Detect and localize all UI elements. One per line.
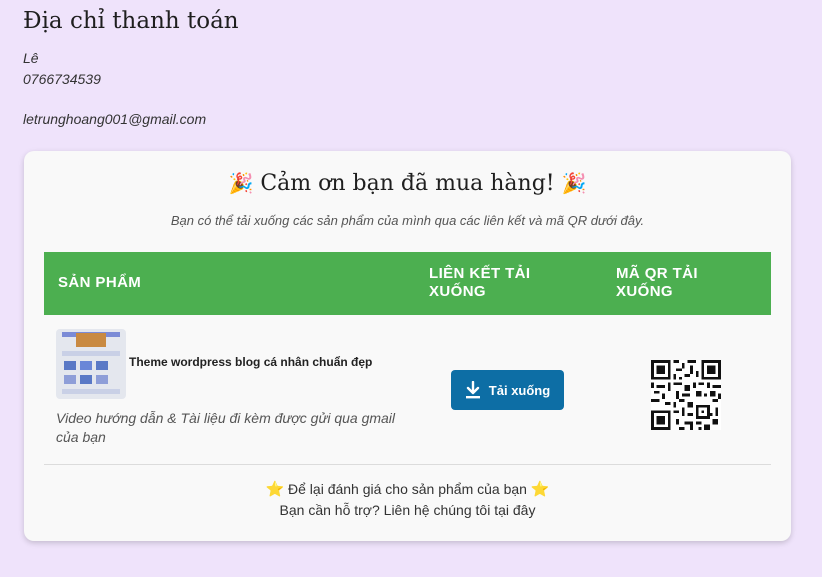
thank-you-text: Cảm ơn bạn đã mua hàng! <box>260 171 555 196</box>
support-link[interactable]: Bạn cần hỗ trợ? Liên hệ chúng tôi tại đâ… <box>24 502 791 518</box>
review-link[interactable]: Để lại đánh giá cho sản phẩm của bạn <box>288 481 527 497</box>
section-divider <box>44 464 771 465</box>
billing-name: Lê <box>23 50 39 66</box>
thank-you-heading: 🎉 Cảm ơn bạn đã mua hàng! 🎉 <box>24 171 791 196</box>
billing-phone: 0766734539 <box>23 71 101 87</box>
download-instructions: Bạn có thể tải xuống các sản phẩm của mì… <box>170 213 645 228</box>
star-icon: ⭐ <box>530 481 550 498</box>
download-button[interactable]: Tải xuống <box>451 370 564 410</box>
review-prompt[interactable]: ⭐ Để lại đánh giá cho sản phẩm của bạn ⭐ <box>24 480 791 498</box>
product-note: Video hướng dẫn & Tài liệu đi kèm được g… <box>56 410 396 445</box>
column-header-product: SẢN PHẨM <box>58 274 142 291</box>
product-name[interactable]: Theme wordpress blog cá nhân chuẩn đẹp <box>129 355 372 369</box>
download-button-label: Tải xuống <box>488 382 551 398</box>
billing-address-title: Địa chỉ thanh toán <box>23 8 239 34</box>
download-icon <box>465 381 480 399</box>
star-icon: ⭐ <box>265 481 285 498</box>
product-thumbnail[interactable] <box>56 329 126 399</box>
qr-code[interactable] <box>651 360 721 430</box>
order-download-card: 🎉 Cảm ơn bạn đã mua hàng! 🎉 Bạn có thể t… <box>24 151 791 541</box>
party-popper-icon: 🎉 <box>561 171 587 195</box>
column-header-download-link: LIÊN KẾT TẢI XUỐNG <box>429 265 531 300</box>
party-popper-icon: 🎉 <box>228 171 254 195</box>
column-header-qr: MÃ QR TẢI XUỐNG <box>616 265 698 300</box>
billing-email: letrunghoang001@gmail.com <box>23 111 207 127</box>
table-header: SẢN PHẨM LIÊN KẾT TẢI XUỐNG MÃ QR TẢI XU… <box>44 252 771 315</box>
